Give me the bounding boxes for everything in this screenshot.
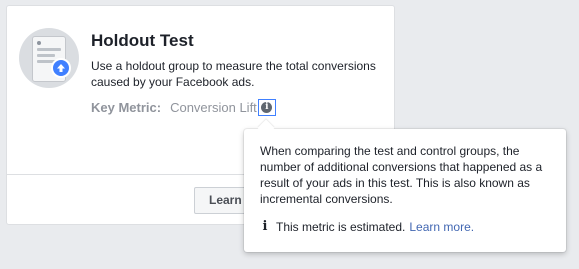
tooltip-note: i This metric is estimated. Learn more. xyxy=(262,219,475,234)
info-icon-button[interactable]: i xyxy=(257,99,276,116)
upload-arrow-icon xyxy=(51,58,71,78)
card-description: Use a holdout group to measure the total… xyxy=(91,59,376,89)
key-metric-label: Key Metric: xyxy=(91,100,162,115)
info-i-icon: i xyxy=(262,219,268,234)
key-metric-value: Conversion Lift xyxy=(170,100,257,115)
key-metric-row: Key Metric: Conversion Lift i xyxy=(91,99,276,116)
card-title: Holdout Test xyxy=(91,31,194,50)
info-icon: i xyxy=(261,102,273,113)
tooltip-learn-more-link[interactable]: Learn more. xyxy=(409,220,474,234)
tooltip-note-text: This metric is estimated. xyxy=(276,219,406,234)
tooltip-body-text: When comparing the test and control grou… xyxy=(260,144,543,206)
holdout-thumbnail xyxy=(19,28,79,88)
metric-tooltip: When comparing the test and control grou… xyxy=(244,119,566,252)
